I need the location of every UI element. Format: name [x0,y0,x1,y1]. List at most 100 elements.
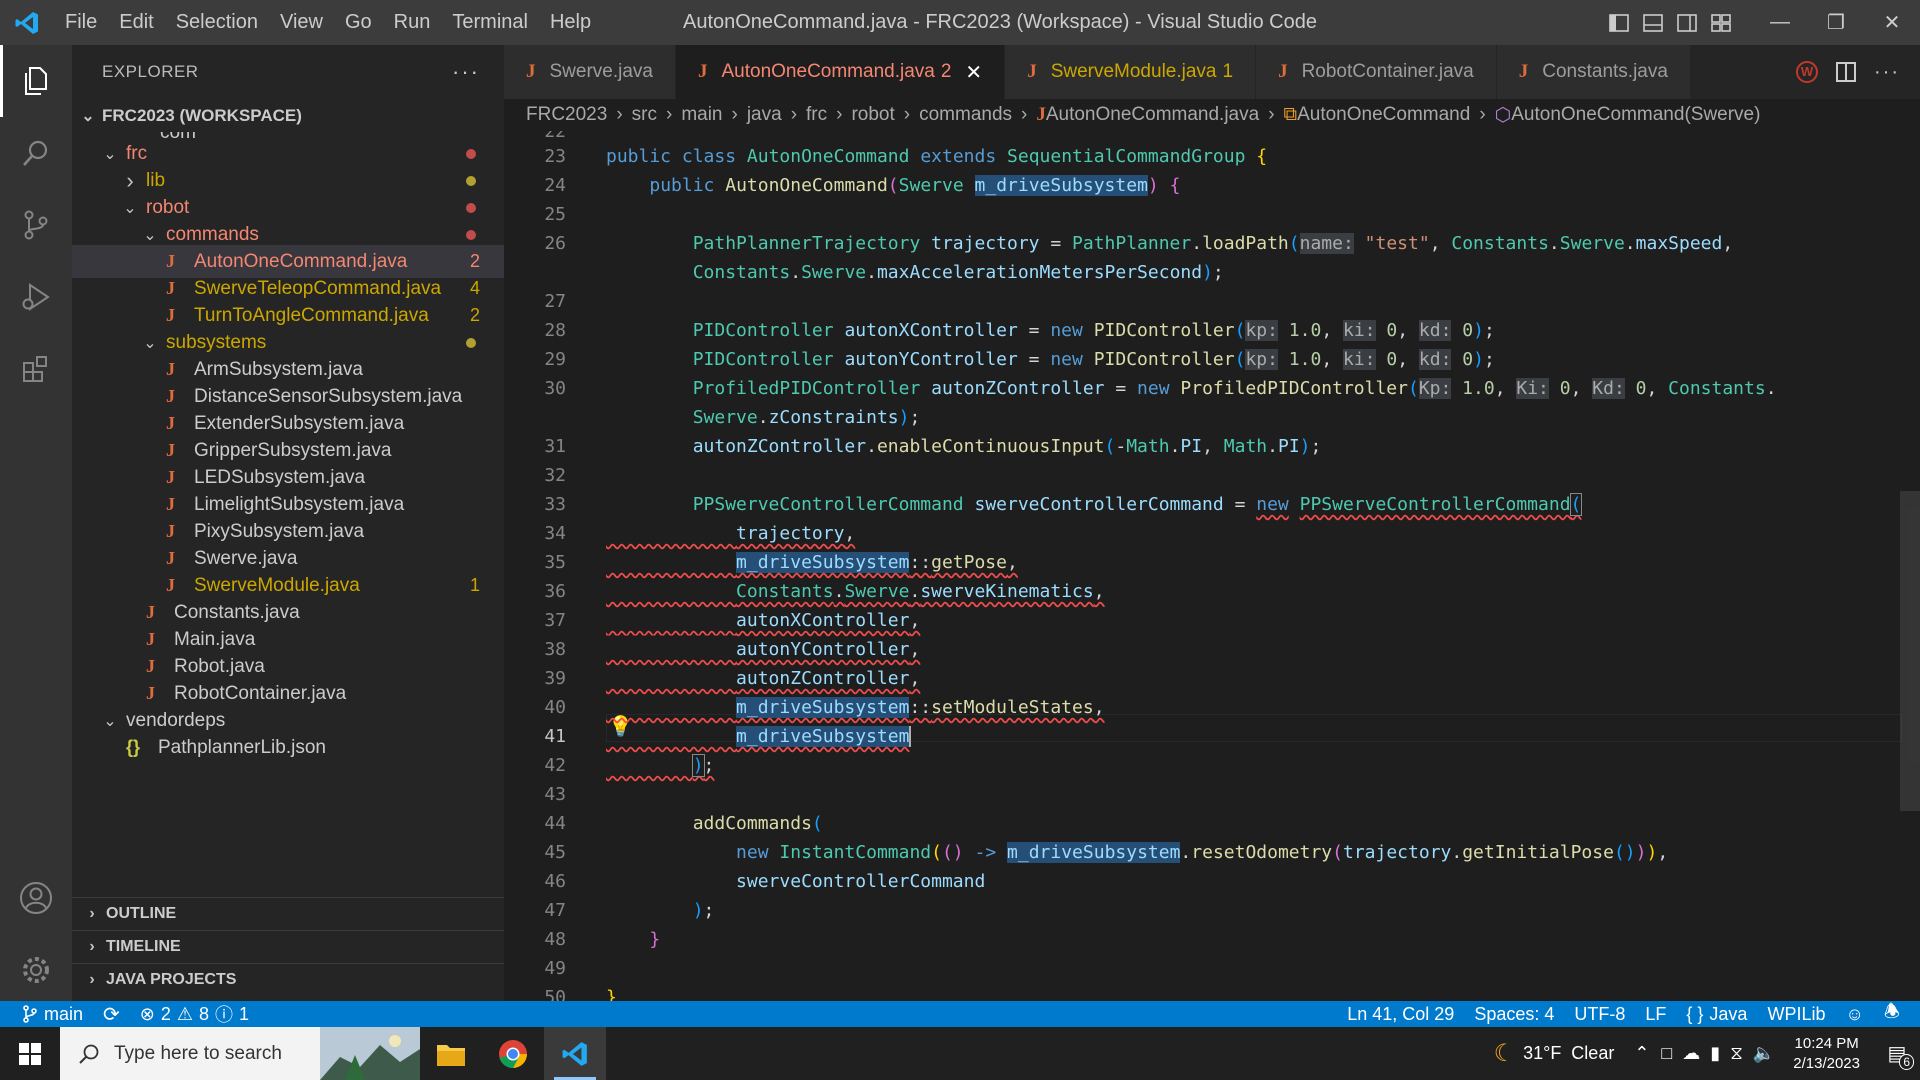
customize-layout-icon[interactable] [1710,12,1732,34]
tree-item-pathplannerlib-json[interactable]: {} PathplannerLib.json [72,731,504,764]
vscode-logo-icon[interactable] [0,0,54,45]
tab-autononecommand-java[interactable]: J AutonOneCommand.java 2 ✕ [676,45,1006,99]
problem-count-badge: 2 [469,305,480,325]
minimize-icon[interactable]: — [1752,0,1808,45]
language-mode[interactable]: { } Java [1676,1001,1757,1027]
run-debug-icon[interactable] [0,261,72,333]
breadcrumb-item[interactable]: frc [806,104,827,126]
volume-icon[interactable]: 🔈 [1753,1043,1775,1064]
more-actions-icon[interactable]: ··· [452,59,480,85]
tab-constants-java[interactable]: J Constants.java [1496,45,1691,99]
breadcrumb-separator-icon: › [903,104,911,125]
breadcrumb-item[interactable]: AutonOneCommand [1297,104,1470,126]
more-actions-icon[interactable]: ··· [1874,61,1900,84]
breadcrumb-item[interactable]: commands [919,104,1012,126]
timeline-section[interactable]: › TIMELINE [72,930,504,963]
source-control-icon[interactable] [0,189,72,261]
breadcrumb-item[interactable]: AutonOneCommand(Swerve) [1511,104,1760,126]
menu-edit[interactable]: Edit [108,0,164,45]
git-branch-icon [23,1005,37,1023]
menu-run[interactable]: Run [383,0,442,45]
clock[interactable]: 10:24 PM 2/13/2023 [1779,1034,1874,1074]
close-tab-icon[interactable]: ✕ [965,60,982,85]
problem-dot-icon [466,229,476,240]
wifi-icon[interactable]: ⧖ [1730,1043,1743,1064]
line-number: 36 [544,581,566,602]
restore-icon[interactable]: ❐ [1808,0,1864,45]
cursor-position[interactable]: Ln 41, Col 29 [1337,1001,1464,1027]
code-line: PPSwerveControllerCommand swerveControll… [692,493,1583,516]
menu-view[interactable]: View [269,0,334,45]
chevron-up-icon[interactable]: ⌃ [1634,1043,1649,1064]
indentation[interactable]: Spaces: 4 [1464,1001,1564,1027]
method-symbol-icon: ⬡ [1494,104,1512,126]
vscode-taskbar-icon[interactable] [544,1027,606,1080]
explorer-icon[interactable] [0,45,72,117]
accounts-icon[interactable] [0,862,72,934]
close-window-icon[interactable]: ✕ [1864,0,1920,45]
java-file-icon: J [166,548,175,568]
weather-moon-icon[interactable]: ☾ [1494,1039,1516,1068]
warning-count: 8 [199,1003,210,1024]
battery-icon[interactable]: ▮ [1710,1043,1720,1064]
sync-icon[interactable]: ⟳ [93,1001,130,1027]
code-line: } [649,929,661,950]
outline-section[interactable]: › OUTLINE [72,897,504,930]
breadcrumb-item[interactable]: src [632,104,657,126]
feedback-icon[interactable]: ☺ [1835,1001,1873,1027]
tab-swerve-java[interactable]: J Swerve.java [504,45,676,99]
file-explorer-icon[interactable] [420,1027,482,1080]
breadcrumb-item[interactable]: AutonOneCommand.java [1046,104,1259,126]
manage-gear-icon[interactable] [0,934,72,1006]
java-file-icon: J [1036,104,1046,125]
branch-status[interactable]: main [0,1001,93,1027]
code-editor[interactable]: 22 23 24 25 26 27 28 29 30 31 32 33 34 35 36 37 38 39 40 4… [504,131,1920,1001]
chevron-down-icon: ⌄ [143,226,157,244]
breadcrumb-item[interactable]: robot [851,104,894,126]
breadcrumb-item[interactable]: FRC2023 [526,104,607,126]
line-number: 28 [544,320,566,341]
notifications-bell-icon[interactable]: 🕭 [1874,1001,1910,1027]
java-file-icon: J [166,521,175,541]
meet-now-icon[interactable]: □ [1661,1043,1672,1064]
search-icon[interactable] [0,117,72,189]
end-of-line[interactable]: LF [1635,1001,1676,1027]
workspace-header[interactable]: ⌄ FRC2023 (WORKSPACE) [72,99,504,132]
onedrive-cloud-icon[interactable]: ☁ [1682,1043,1700,1064]
code-line: ); [692,900,715,921]
wpilib-logo-icon[interactable]: W [1796,61,1819,83]
code-line: Constants.Swerve.swerveKinematics, [736,581,1105,602]
menu-selection[interactable]: Selection [165,0,269,45]
explorer-title: EXPLORER [102,62,199,81]
warning-icon: ⚠ [176,1003,194,1024]
java-file-icon: J [166,413,175,433]
toggle-secondary-sidebar-icon[interactable] [1676,12,1698,34]
java-projects-section[interactable]: › JAVA PROJECTS [72,963,504,996]
menu-go[interactable]: Go [334,0,383,45]
tree-item-label: ArmSubsystem.java [194,358,363,380]
windows-start-icon[interactable] [0,1027,60,1080]
vertical-scrollbar[interactable] [1900,491,1920,811]
tree-item-label: Constants.java [174,601,300,623]
breadcrumb-item[interactable]: main [681,104,722,126]
problems-status[interactable]: ⊗ 2 ⚠ 8 ⓘ 1 [130,1001,259,1027]
tab-robotcontainer-java[interactable]: J RobotContainer.java [1256,45,1497,99]
tree-item-label: LEDSubsystem.java [194,466,366,488]
toggle-primary-sidebar-icon[interactable] [1608,12,1630,34]
tab-swervemodule-java[interactable]: J SwerveModule.java 1 [1005,45,1257,99]
breadcrumb-item[interactable]: java [747,104,782,126]
wpilib-status[interactable]: WPILib [1757,1001,1835,1027]
toggle-panel-icon[interactable] [1642,12,1664,34]
menu-help[interactable]: Help [539,0,602,45]
notification-center-icon[interactable]: ▤ 6 [1874,1041,1920,1070]
chrome-icon[interactable] [482,1027,544,1080]
weather-label[interactable]: 31°F Clear [1523,1043,1614,1064]
status-bar: main ⟳ ⊗ 2 ⚠ 8 ⓘ 1 Ln 41, Col 29 Spaces: 4 … [0,1001,1920,1027]
menu-file[interactable]: File [54,0,108,45]
encoding[interactable]: UTF-8 [1564,1001,1635,1027]
timeline-label: TIMELINE [106,938,181,955]
menu-terminal[interactable]: Terminal [441,0,539,45]
split-editor-icon[interactable] [1836,62,1857,82]
taskbar-search[interactable]: Type here to search [60,1027,420,1080]
extensions-icon[interactable] [0,333,72,405]
